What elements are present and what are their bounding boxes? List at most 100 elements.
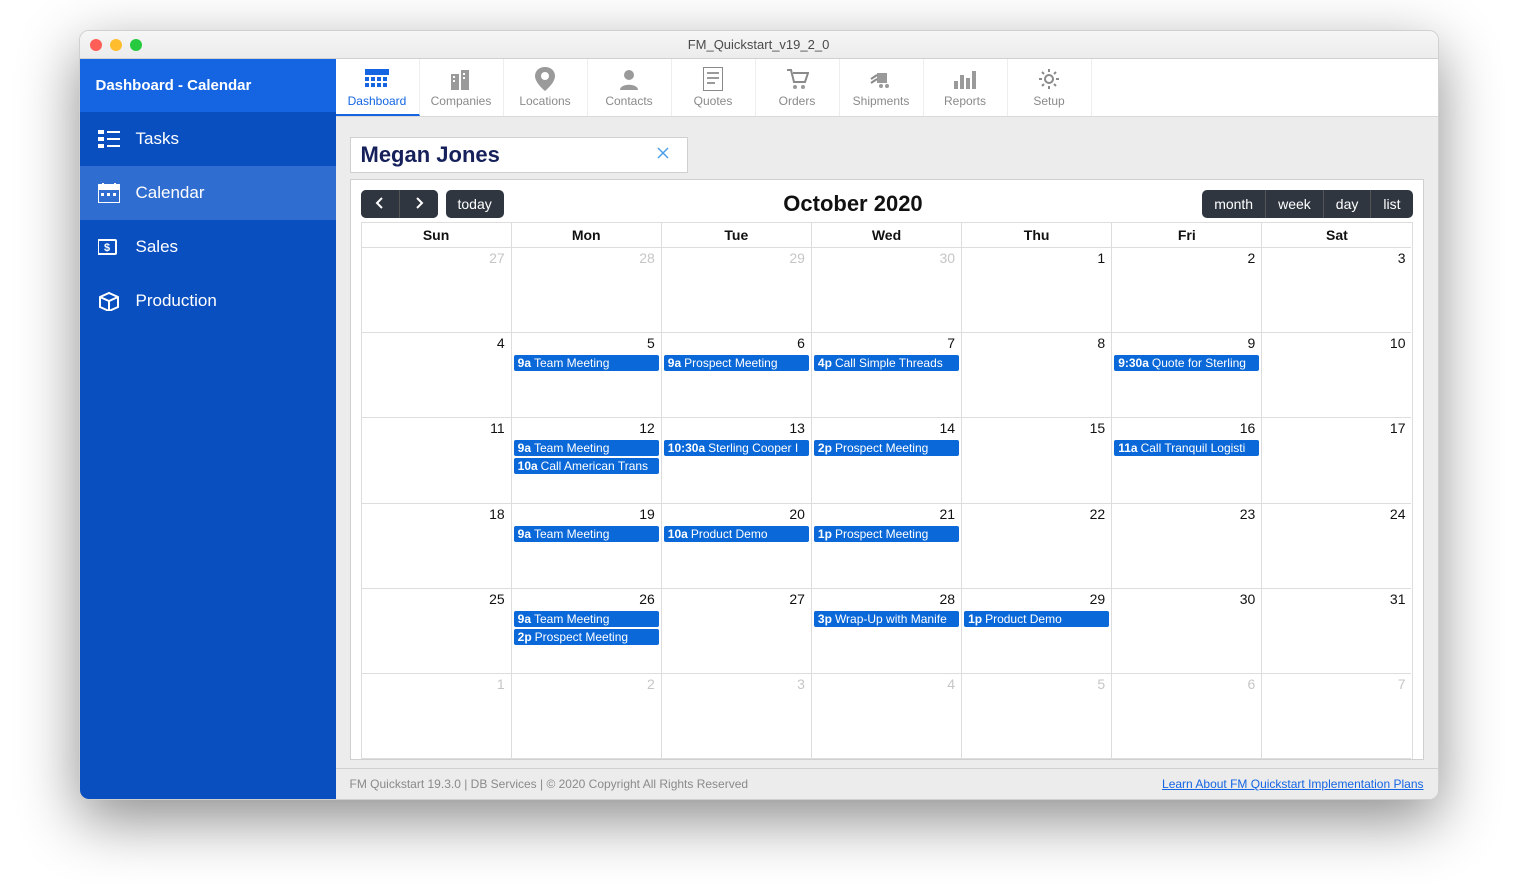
topnav-companies[interactable]: Companies	[420, 59, 504, 116]
calendar-event[interactable]: 9aProspect Meeting	[664, 355, 809, 371]
calendar-event[interactable]: 10:30aSterling Cooper I	[664, 440, 809, 456]
calendar-event[interactable]: 2pProspect Meeting	[514, 629, 659, 645]
calendar-cell[interactable]: 2	[1112, 248, 1262, 333]
calendar-cell[interactable]: 74pCall Simple Threads	[812, 333, 962, 418]
calendar-cell[interactable]: 4	[812, 674, 962, 759]
calendar-event[interactable]: 9:30aQuote for Sterling	[1114, 355, 1259, 371]
view-switch: monthweekdaylist	[1202, 190, 1412, 218]
day-number: 31	[1390, 591, 1406, 607]
calendar-cell[interactable]: 28	[512, 248, 662, 333]
calendar-cell[interactable]: 69aProspect Meeting	[662, 333, 812, 418]
calendar-event[interactable]: 1pProspect Meeting	[814, 526, 959, 542]
calendar-cell[interactable]: 29 1pProduct Demo	[962, 589, 1112, 674]
calendar-title: October 2020	[783, 191, 922, 217]
calendar-cell[interactable]: 1310:30aSterling Cooper I	[662, 418, 812, 503]
calendar-event[interactable]: 10aProduct Demo	[664, 526, 809, 542]
day-number: 17	[1390, 420, 1406, 436]
calendar-cell[interactable]: 24	[1262, 504, 1411, 589]
calendar-grid: SunMonTueWedThuFriSat 27282930123459aTea…	[361, 222, 1413, 759]
calendar-cell[interactable]: 7	[1262, 674, 1411, 759]
event-time: 11a	[1118, 441, 1137, 455]
shipments-icon	[844, 67, 919, 91]
calendar-cell[interactable]: 4	[362, 333, 512, 418]
day-number: 7	[1398, 676, 1406, 692]
footer-link[interactable]: Learn About FM Quickstart Implementation…	[1162, 777, 1423, 791]
calendar-cell[interactable]: 18	[362, 504, 512, 589]
calendar-cell[interactable]: 3	[662, 674, 812, 759]
calendar-cell[interactable]: 283pWrap-Up with Manife	[812, 589, 962, 674]
calendar-cell[interactable]: 6	[1112, 674, 1262, 759]
day-number: 2	[647, 676, 655, 692]
topnav-label: Setup	[1012, 94, 1087, 108]
topnav-quotes[interactable]: Quotes	[672, 59, 756, 116]
topnav-orders[interactable]: Orders	[756, 59, 840, 116]
reports-icon	[928, 67, 1003, 91]
calendar-cell[interactable]: 30	[1112, 589, 1262, 674]
calendar-cell[interactable]: 2	[512, 674, 662, 759]
sidebar-item-calendar[interactable]: Calendar	[80, 166, 336, 220]
calendar-event[interactable]: 9aTeam Meeting	[514, 355, 659, 371]
view-month-button[interactable]: month	[1202, 190, 1265, 218]
view-day-button[interactable]: day	[1323, 190, 1371, 218]
sidebar-item-tasks[interactable]: Tasks	[80, 112, 336, 166]
calendar-cell[interactable]: 11	[362, 418, 512, 503]
calendar-cell[interactable]: 142pProspect Meeting	[812, 418, 962, 503]
day-number: 25	[489, 591, 505, 607]
calendar-cell[interactable]: 5	[962, 674, 1112, 759]
event-title: Team Meeting	[534, 527, 609, 541]
calendar-body: 27282930123459aTeam Meeting69aProspect M…	[362, 248, 1412, 759]
calendar-event[interactable]: 4pCall Simple Threads	[814, 355, 959, 371]
calendar-cell[interactable]: 199aTeam Meeting	[512, 504, 662, 589]
topnav-setup[interactable]: Setup	[1008, 59, 1092, 116]
sidebar-item-sales[interactable]: $Sales	[80, 220, 336, 274]
calendar-event[interactable]: 2pProspect Meeting	[814, 440, 959, 456]
event-time: 10a	[668, 527, 688, 541]
view-list-button[interactable]: list	[1370, 190, 1412, 218]
calendar-cell[interactable]: 1	[362, 674, 512, 759]
day-number: 2	[1248, 250, 1256, 266]
next-button[interactable]	[400, 190, 438, 218]
calendar-event[interactable]: 1pProduct Demo	[964, 611, 1109, 627]
sidebar-item-production[interactable]: Production	[80, 274, 336, 328]
calendar-cell[interactable]: 22	[962, 504, 1112, 589]
calendar-event[interactable]: 10aCall American Trans	[514, 458, 659, 474]
calendar-cell[interactable]: 129aTeam Meeting10aCall American Trans	[512, 418, 662, 503]
calendar-cell[interactable]: 1611aCall Tranquil Logisti	[1112, 418, 1262, 503]
topnav-reports[interactable]: Reports	[924, 59, 1008, 116]
calendar-cell[interactable]: 99:30aQuote for Sterling	[1112, 333, 1262, 418]
calendar-event[interactable]: 3pWrap-Up with Manife	[814, 611, 959, 627]
calendar-cell[interactable]: 23	[1112, 504, 1262, 589]
app-window: FM_Quickstart_v19_2_0 Dashboard - Calend…	[79, 30, 1439, 800]
view-week-button[interactable]: week	[1265, 190, 1323, 218]
topnav-dashboard[interactable]: Dashboard	[336, 59, 420, 116]
calendar-event[interactable]: 9aTeam Meeting	[514, 611, 659, 627]
calendar-cell[interactable]: 1	[962, 248, 1112, 333]
calendar-cell[interactable]: 29	[662, 248, 812, 333]
day-number: 29	[1090, 591, 1106, 607]
calendar-cell[interactable]: 27	[362, 248, 512, 333]
prev-button[interactable]	[361, 190, 400, 218]
calendar-cell[interactable]: 25	[362, 589, 512, 674]
calendar-cell[interactable]: 59aTeam Meeting	[512, 333, 662, 418]
calendar-cell[interactable]: 30	[812, 248, 962, 333]
clear-person-button[interactable]	[649, 144, 677, 167]
calendar-cell[interactable]: 27	[662, 589, 812, 674]
calendar-cell[interactable]: 8	[962, 333, 1112, 418]
calendar-cell[interactable]: 17	[1262, 418, 1411, 503]
today-button[interactable]: today	[446, 190, 504, 218]
topnav-shipments[interactable]: Shipments	[840, 59, 924, 116]
calendar-cell[interactable]: 211pProspect Meeting	[812, 504, 962, 589]
calendar-cell[interactable]: 15	[962, 418, 1112, 503]
calendar-event[interactable]: 9aTeam Meeting	[514, 526, 659, 542]
calendar-cell[interactable]: 10	[1262, 333, 1411, 418]
topnav-contacts[interactable]: Contacts	[588, 59, 672, 116]
calendar-event[interactable]: 9aTeam Meeting	[514, 440, 659, 456]
calendar-cell[interactable]: 31	[1262, 589, 1411, 674]
calendar-event[interactable]: 11aCall Tranquil Logisti	[1114, 440, 1259, 456]
topnav-locations[interactable]: Locations	[504, 59, 588, 116]
calendar-cell[interactable]: 3	[1262, 248, 1411, 333]
day-number: 30	[939, 250, 955, 266]
calendar-cell[interactable]: 269aTeam Meeting2pProspect Meeting	[512, 589, 662, 674]
topnav-label: Reports	[928, 94, 1003, 108]
calendar-cell[interactable]: 2010aProduct Demo	[662, 504, 812, 589]
